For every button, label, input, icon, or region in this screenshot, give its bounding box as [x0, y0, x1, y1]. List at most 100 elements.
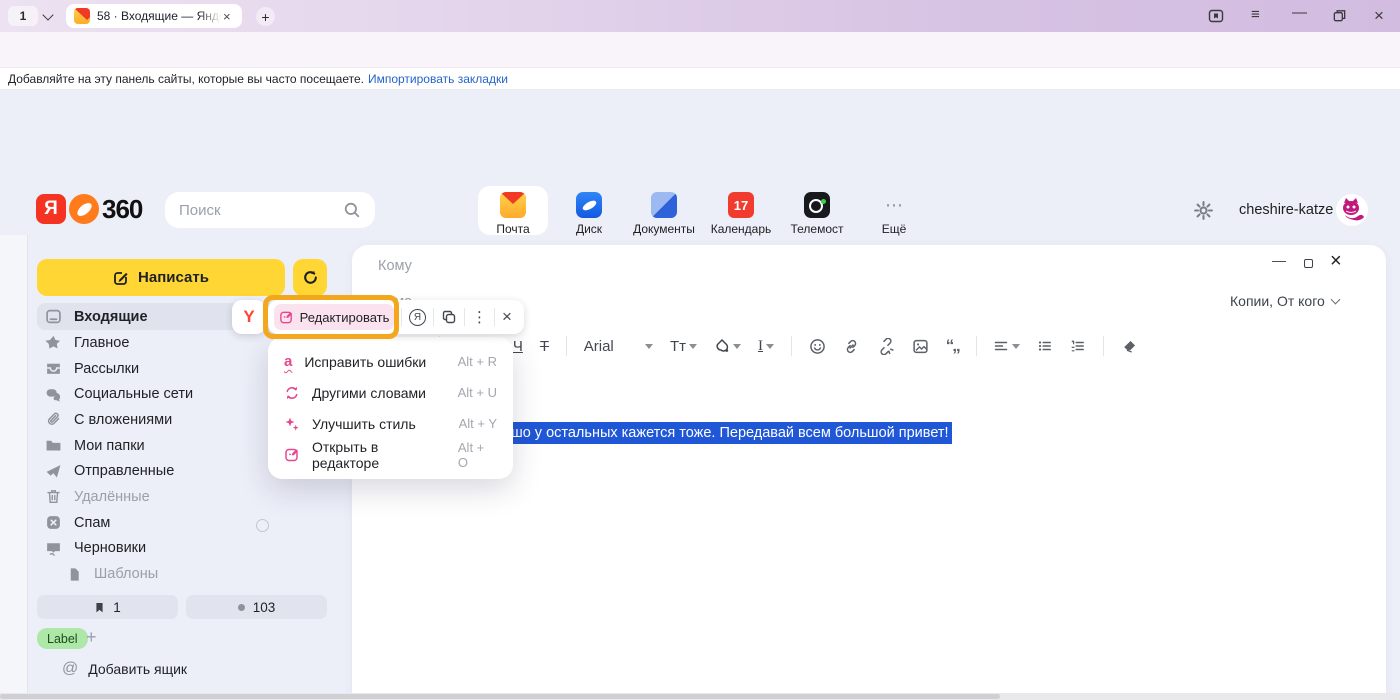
- font-family-select[interactable]: Arial: [584, 338, 653, 355]
- image-icon[interactable]: [912, 338, 929, 355]
- yandex-mail-favicon: [74, 8, 90, 24]
- menu-item-improve-style[interactable]: Улучшить стиль Alt + Y: [268, 408, 513, 439]
- folder-trash[interactable]: Удалённые: [37, 484, 327, 510]
- yandex-quick-button[interactable]: Y: [232, 300, 266, 334]
- add-mailbox[interactable]: @ Добавить ящик: [62, 660, 187, 678]
- compose-button[interactable]: Написать: [37, 259, 285, 296]
- app-telemost[interactable]: Телемост: [782, 186, 852, 235]
- folder-label: Рассылки: [74, 361, 139, 377]
- window-minimize-icon[interactable]: —: [1292, 4, 1307, 21]
- app-documents[interactable]: Документы: [629, 186, 699, 235]
- numbered-list-icon[interactable]: [1070, 338, 1086, 354]
- search-icon[interactable]: [343, 201, 361, 219]
- settings-gear-icon[interactable]: [1193, 200, 1214, 221]
- brand-360[interactable]: 360: [102, 194, 142, 225]
- unlink-icon[interactable]: [877, 338, 895, 355]
- cc-from-toggle[interactable]: Копии, От кого: [1230, 293, 1339, 309]
- mail-page: Я 360 Поиск Почта Диск Документы 17 Кале…: [0, 90, 1400, 700]
- spam-icon: [45, 514, 62, 531]
- app-label: Ещё: [859, 222, 929, 236]
- more-apps-icon: ⋯: [859, 192, 929, 218]
- star-icon: [45, 334, 62, 351]
- search-placeholder: Поиск: [179, 202, 221, 219]
- left-gutter: [0, 235, 28, 700]
- align-select[interactable]: [993, 338, 1020, 354]
- app-label: Почта: [478, 222, 548, 236]
- bookmark-flag-icon: [94, 601, 105, 614]
- browser-menu-icon[interactable]: ≡: [1251, 6, 1260, 23]
- window-restore-icon[interactable]: [1332, 8, 1347, 23]
- add-mailbox-label: Добавить ящик: [88, 661, 187, 677]
- sparkles-icon: [284, 416, 300, 432]
- compose-minimize-icon[interactable]: —: [1272, 252, 1286, 268]
- new-tab-button[interactable]: +: [256, 7, 275, 26]
- tab-list-chevron-icon[interactable]: [44, 11, 52, 19]
- gpt-edit-label: Редактировать: [300, 310, 390, 325]
- trash-icon: [45, 488, 62, 505]
- chevron-down-icon: [645, 344, 653, 349]
- scrollbar-thumb[interactable]: [0, 694, 1000, 699]
- refresh-button[interactable]: [293, 259, 327, 296]
- compose-label: Написать: [138, 269, 209, 286]
- link-icon[interactable]: [843, 338, 860, 355]
- to-field[interactable]: Кому: [378, 258, 412, 274]
- folder-label: Спам: [74, 515, 110, 531]
- menu-item-fix-errors[interactable]: a Исправить ошибки Alt + R: [268, 346, 513, 377]
- compose-close-icon[interactable]: ×: [1330, 250, 1342, 273]
- folder-drafts[interactable]: Черновики: [37, 536, 327, 562]
- toolbar-close-icon[interactable]: ×: [502, 307, 512, 327]
- tab-group-button[interactable]: 1: [8, 6, 38, 26]
- open-editor-icon: [284, 447, 300, 463]
- app-disk[interactable]: Диск: [554, 186, 624, 235]
- app-label: Календарь: [706, 222, 776, 236]
- yandex-logo-icon[interactable]: Я: [36, 194, 66, 224]
- gpt-edit-button[interactable]: Редактировать: [274, 304, 394, 330]
- copy-icon[interactable]: [441, 309, 457, 325]
- selected-text[interactable]: ошо у остальных кажется тоже. Передавай …: [500, 422, 952, 444]
- menu-item-open-editor[interactable]: Открыть в редакторе Alt + O: [268, 439, 513, 470]
- folder-label: Черновики: [74, 540, 146, 556]
- underline-button[interactable]: Ч: [513, 338, 523, 355]
- compose-maximize-icon[interactable]: [1304, 259, 1313, 268]
- strikethrough-button[interactable]: Т: [540, 338, 549, 355]
- search-input[interactable]: Поиск: [165, 192, 375, 228]
- folder-label: Главное: [74, 335, 129, 351]
- window-close-icon[interactable]: ×: [1374, 6, 1384, 26]
- app-calendar[interactable]: 17 Календарь: [706, 186, 776, 235]
- folder-spam[interactable]: Спам: [37, 510, 327, 536]
- unread-badge[interactable]: 103: [186, 595, 327, 619]
- app-label: Телемост: [782, 222, 852, 236]
- label-pill[interactable]: Label: [37, 628, 88, 649]
- highlight-color-select[interactable]: [714, 338, 741, 354]
- menu-item-rephrase[interactable]: Другими словами Alt + U: [268, 377, 513, 408]
- chevron-down-icon: [1330, 295, 1340, 305]
- folder-templates[interactable]: Шаблоны: [37, 561, 327, 587]
- import-bookmarks-link[interactable]: Импортировать закладки: [368, 72, 508, 86]
- username[interactable]: cheshire-katze: [1239, 202, 1333, 218]
- font-size-select[interactable]: Tт: [670, 338, 697, 355]
- active-tab[interactable]: 58 · Входящие — Яндек ×: [66, 4, 242, 28]
- toolbar-more-icon[interactable]: ⋮: [472, 308, 487, 326]
- badge-value: 1: [113, 600, 121, 615]
- bullet-list-icon[interactable]: [1037, 338, 1053, 354]
- app-more[interactable]: ⋯ Ещё: [859, 186, 929, 235]
- app-label: Документы: [629, 222, 699, 236]
- paper-plane-icon: [45, 463, 62, 480]
- emoji-icon[interactable]: [809, 338, 826, 355]
- folder-label: Отправленные: [74, 463, 174, 479]
- add-label-icon[interactable]: +: [86, 627, 97, 648]
- side-panel-icon[interactable]: [1208, 8, 1224, 24]
- menu-item-shortcut: Alt + O: [458, 440, 497, 470]
- avatar[interactable]: [1336, 194, 1368, 226]
- menu-item-label: Открыть в редакторе: [312, 439, 446, 471]
- tab-close-icon[interactable]: ×: [223, 9, 231, 24]
- eraser-icon[interactable]: [1121, 338, 1138, 355]
- gpt-editor-icon: [279, 310, 294, 325]
- inbox-icon: [45, 308, 62, 325]
- yandex-y-icon: Y: [243, 307, 254, 327]
- app-mail[interactable]: Почта: [478, 186, 548, 235]
- text-color-select[interactable]: I: [758, 338, 774, 355]
- yandex-search-icon[interactable]: Я: [409, 309, 426, 326]
- flagged-badge[interactable]: 1: [37, 595, 178, 619]
- quote-icon[interactable]: “„: [946, 336, 959, 356]
